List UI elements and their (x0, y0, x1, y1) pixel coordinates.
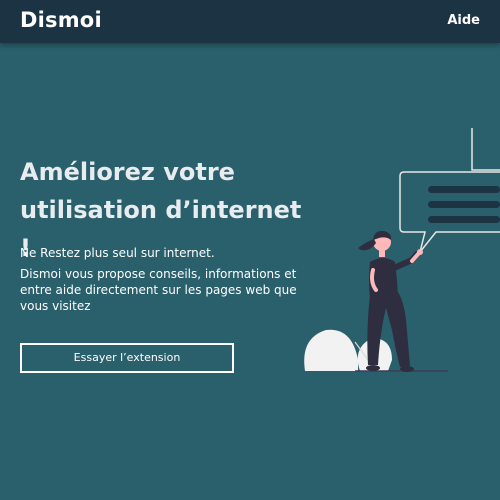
dismoi-logo[interactable]: Dismoi (20, 8, 102, 32)
try-extension-button[interactable]: Essayer l’extension (20, 343, 234, 373)
help-link[interactable]: Aide (447, 13, 480, 28)
hero-illustration (304, 128, 500, 372)
hero-description: Dismoi vous propose conseils, informatio… (20, 267, 297, 313)
top-navbar: Dismoi Aide (0, 0, 500, 43)
hero-lead: Ne Restez plus seul sur internet. (20, 246, 215, 260)
back-speech-bubble (471, 128, 500, 171)
speech-bubble-icon (399, 171, 500, 253)
